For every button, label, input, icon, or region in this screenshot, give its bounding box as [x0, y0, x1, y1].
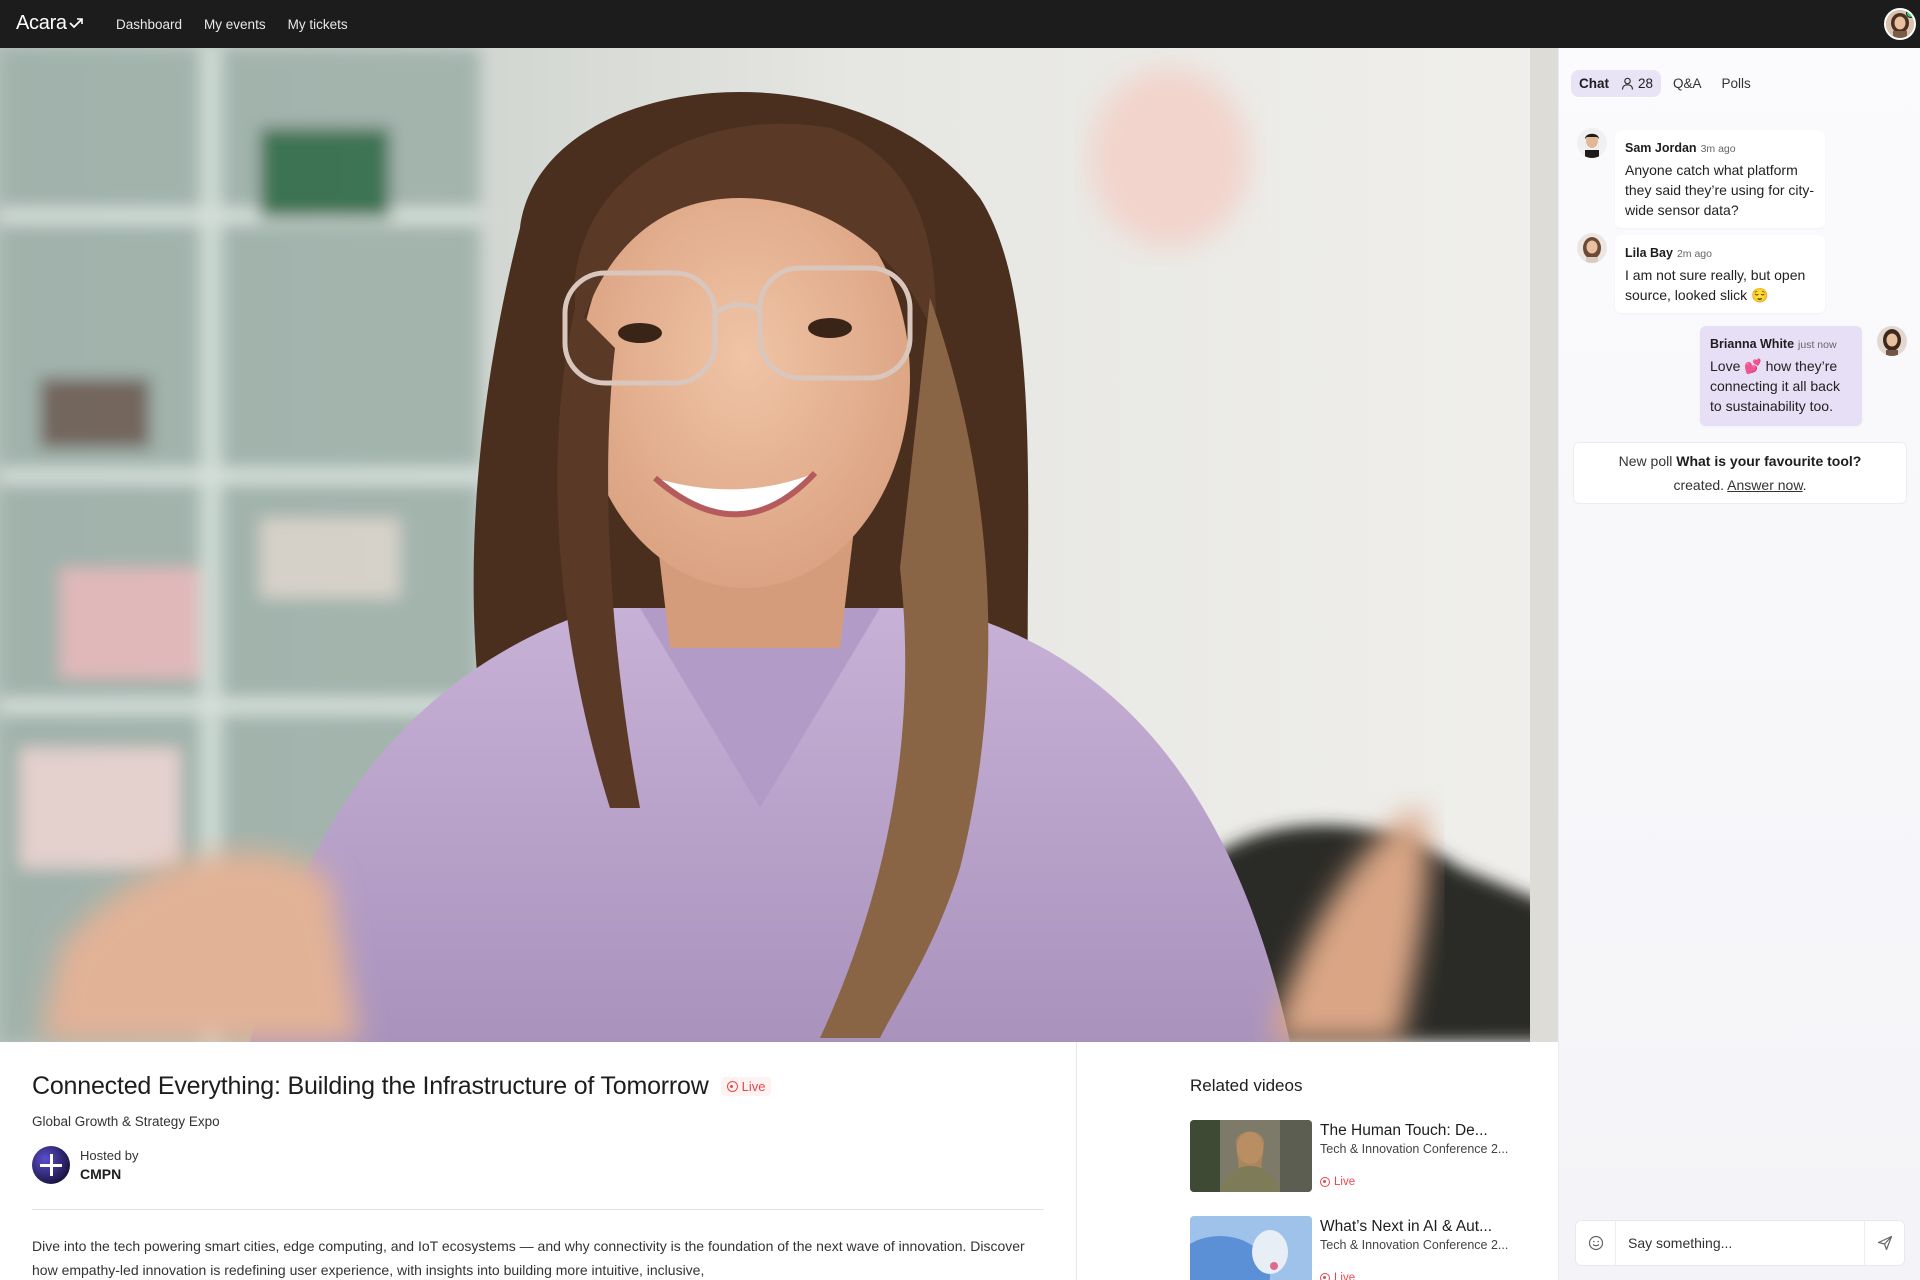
avatar[interactable]	[1577, 233, 1607, 263]
host-name[interactable]: CMPN	[80, 1166, 139, 1182]
live-icon	[726, 1081, 738, 1092]
tab-qa[interactable]: Q&A	[1665, 70, 1710, 97]
video-player[interactable]	[0, 48, 1558, 1042]
online-status-dot	[1906, 10, 1914, 18]
nav-my-events[interactable]: My events	[204, 17, 266, 32]
related-video-live-label: Live	[1334, 1176, 1356, 1188]
avatar[interactable]	[1877, 326, 1907, 356]
message-author[interactable]: Sam Jordan	[1625, 141, 1697, 155]
host-logo-icon	[32, 1146, 70, 1184]
chat-message: Lila Bay 2m ago I am not sure really, but…	[1615, 235, 1825, 313]
message-text: I am not sure really, but open source, l…	[1625, 267, 1806, 303]
host-text: Hosted by CMPN	[80, 1148, 139, 1182]
user-avatar[interactable]	[1884, 8, 1916, 40]
send-button[interactable]	[1864, 1221, 1904, 1265]
live-icon	[1320, 1273, 1330, 1280]
event-subtitle: Global Growth & Strategy Expo	[32, 1114, 220, 1129]
smiley-icon	[1588, 1235, 1603, 1251]
related-video-live: Live	[1320, 1176, 1355, 1188]
live-icon	[1320, 1177, 1330, 1187]
participant-count: 28	[1621, 76, 1653, 91]
related-video-item[interactable]: The Human Touch: De... Tech & Innovation…	[1190, 1120, 1556, 1194]
event-info: Connected Everything: Building the Infra…	[0, 1042, 1076, 1280]
video-frame	[0, 48, 1558, 1042]
host-block[interactable]: Hosted by CMPN	[32, 1146, 139, 1184]
participant-count-value: 28	[1638, 76, 1654, 91]
tab-chat[interactable]: Chat 28	[1571, 70, 1662, 97]
message-author[interactable]: Brianna White	[1710, 337, 1794, 351]
poll-notification: New poll What is your favourite tool? cr…	[1573, 442, 1907, 504]
nav-my-tickets[interactable]: My tickets	[288, 17, 348, 32]
related-video-subtitle: Tech & Innovation Conference 2...	[1320, 1142, 1509, 1156]
poll-mid: created.	[1673, 477, 1725, 493]
chat-message-own: Brianna White just now Love 💕 how they’re…	[1700, 326, 1862, 426]
related-video-item[interactable]: What’s Next in AI & Aut... Tech & Innova…	[1190, 1216, 1556, 1280]
info-related-divider	[1076, 1042, 1077, 1280]
event-title-row: Connected Everything: Building the Infra…	[32, 1072, 772, 1101]
related-video-thumbnail[interactable]	[1190, 1120, 1312, 1192]
chat-composer	[1575, 1220, 1905, 1266]
message-time: just now	[1798, 339, 1837, 351]
poll-question: What is your favourite tool?	[1676, 453, 1862, 469]
related-videos: Related videos The Human Touch: De... Te…	[1190, 1042, 1556, 1280]
nav-dashboard[interactable]: Dashboard	[116, 17, 182, 32]
message-author[interactable]: Lila Bay	[1625, 246, 1673, 260]
acara-logo[interactable]: Acara	[16, 12, 83, 35]
thumbnail-image	[1190, 1120, 1312, 1192]
live-badge: Live	[720, 1077, 772, 1096]
message-time: 3m ago	[1700, 143, 1736, 155]
emoji-button[interactable]	[1576, 1221, 1616, 1265]
person-icon	[1621, 77, 1634, 90]
related-video-thumbnail[interactable]	[1190, 1216, 1312, 1280]
logo-text: Acara	[16, 12, 67, 34]
answer-now-link[interactable]: Answer now	[1727, 477, 1802, 493]
avatar-image	[1577, 233, 1607, 263]
main-nav: Dashboard My events My tickets	[116, 0, 348, 48]
chat-panel: Chat 28 Q&A Polls Sam Jordan 3m ago Anyon…	[1558, 48, 1920, 1280]
send-icon	[1877, 1235, 1892, 1251]
related-videos-heading: Related videos	[1190, 1076, 1303, 1095]
avatar-image	[1877, 326, 1907, 356]
tab-chat-label: Chat	[1579, 76, 1609, 91]
related-video-subtitle: Tech & Innovation Conference 2...	[1320, 1238, 1509, 1252]
thumbnail-image	[1190, 1216, 1312, 1280]
event-description: Dive into the tech powering smart cities…	[32, 1238, 1025, 1278]
related-video-title[interactable]: What’s Next in AI & Aut...	[1320, 1218, 1492, 1236]
event-title: Connected Everything: Building the Infra…	[32, 1072, 709, 1100]
tab-polls[interactable]: Polls	[1714, 70, 1759, 97]
live-badge-label: Live	[741, 1079, 766, 1094]
chat-input[interactable]	[1616, 1222, 1864, 1264]
top-nav-bar: Acara Dashboard My events My tickets	[0, 0, 1920, 48]
message-text: Love 💕 how they’re connecting it all bac…	[1710, 358, 1840, 414]
chat-tabs: Chat 28 Q&A Polls	[1571, 70, 1759, 97]
related-video-live-label: Live	[1334, 1272, 1356, 1280]
hosted-by-label: Hosted by	[80, 1148, 139, 1163]
poll-prefix: New poll	[1618, 453, 1673, 469]
message-time: 2m ago	[1676, 248, 1712, 260]
related-video-title[interactable]: The Human Touch: De...	[1320, 1122, 1488, 1140]
poll-suffix: .	[1802, 477, 1807, 493]
avatar[interactable]	[1577, 128, 1607, 158]
chat-message: Sam Jordan 3m ago Anyone catch what platf…	[1615, 130, 1825, 228]
info-divider	[32, 1209, 1044, 1210]
message-text: Anyone catch what platform they said the…	[1625, 162, 1815, 218]
related-video-live: Live	[1320, 1272, 1355, 1280]
avatar-image	[1577, 128, 1607, 158]
logo-mark-icon	[69, 17, 83, 28]
